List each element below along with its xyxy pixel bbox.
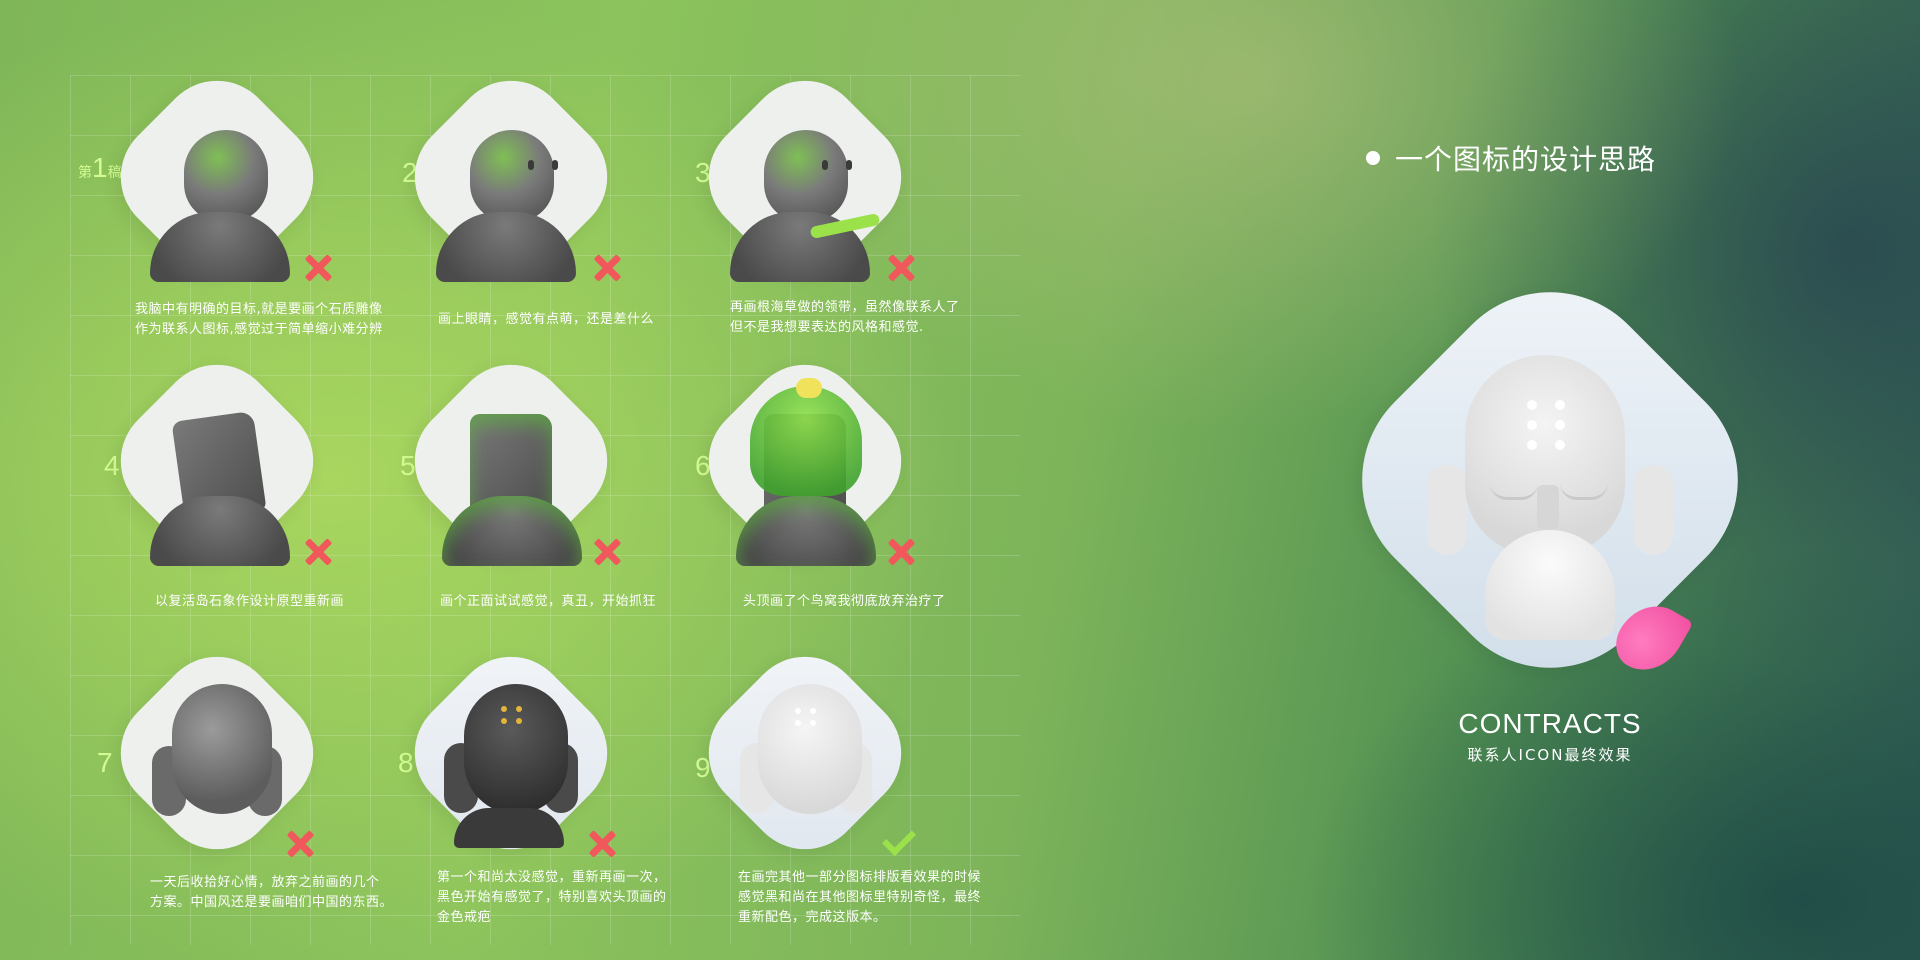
reject-mark [586, 828, 618, 860]
step-5-caption: 画个正面试试感觉，真丑，开始抓狂 [440, 594, 657, 609]
step-7-number: 7 [97, 747, 113, 778]
step-9-icon [684, 632, 926, 874]
step-3-icon [684, 56, 926, 298]
step-1-caption: 我脑中有明确的目标,就是要画个石质雕像 作为联系人图标,感觉过于简单缩小难分辨 [135, 302, 383, 337]
reject-mark [591, 536, 623, 568]
step-9-caption: 在画完其他一部分图标排版看效果的时候 感觉黑和尚在其他图标里特别奇怪，最终 重新… [738, 870, 982, 925]
step-8-icon [390, 632, 632, 874]
step-4-icon [96, 340, 338, 582]
step-2-icon [390, 56, 632, 298]
reject-mark [302, 536, 334, 568]
step-6-icon [684, 340, 926, 582]
step-8-caption: 第一个和尚太没感觉，重新再画一次， 黑色开始有感觉了，特别喜欢头顶画的 金色戒疤 [437, 870, 667, 925]
step-7-icon [96, 632, 338, 874]
step-6-caption: 头顶画了个鸟窝我彻底放弃治疗了 [743, 594, 946, 609]
reject-mark [591, 252, 623, 284]
reject-mark [885, 536, 917, 568]
final-icon [1316, 246, 1784, 714]
step-7-caption: 一天后收拾好心情，放弃之前画的几个 方案。中国风还是要画咱们中国的东西。 [150, 875, 394, 910]
approve-check-icon [880, 828, 914, 850]
step-3-caption: 再画根海草做的领带，虽然像联系人了 但不是我想要表达的风格和感觉. [730, 300, 960, 335]
step-5-icon [390, 340, 632, 582]
reject-mark [302, 252, 334, 284]
final-brand: CONTRACTS [1458, 708, 1642, 739]
reject-mark [284, 828, 316, 860]
step-1-icon [96, 56, 338, 298]
final-subtitle: 联系人ICON最终效果 [1467, 746, 1633, 764]
step-2-caption: 画上眼睛，感觉有点萌，还是差什么 [438, 312, 655, 327]
section-title: 一个图标的设计思路 [1395, 143, 1657, 176]
bullet-dot [1366, 151, 1380, 165]
step-4-caption: 以复活岛石象作设计原型重新画 [155, 594, 345, 609]
reject-mark [885, 252, 917, 284]
